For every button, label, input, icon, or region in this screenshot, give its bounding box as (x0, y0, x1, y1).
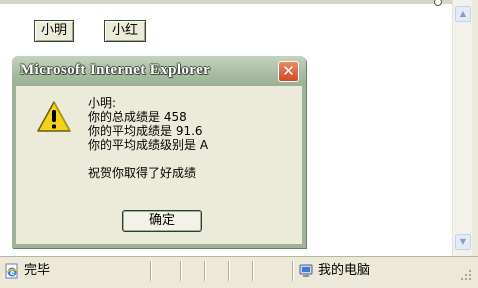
status-divider (180, 261, 182, 281)
ie-page-icon: e (5, 263, 19, 279)
svg-text:e: e (10, 269, 15, 277)
close-button[interactable]: ✕ (278, 61, 299, 82)
dialog-body: 小明: 你的总成绩是 458 你的平均成绩是 91.6 你的平均成绩级别是 A … (16, 86, 302, 244)
resize-grip-icon[interactable] (460, 269, 472, 281)
alert-dialog: Microsoft Internet Explorer ✕ 小明: 你的总成绩是… (12, 56, 306, 248)
cursor-marker (434, 0, 442, 6)
message-line: 你的总成绩是 458 (88, 110, 187, 124)
dialog-titlebar[interactable]: Microsoft Internet Explorer ✕ (12, 56, 306, 86)
zone-text: 我的电脑 (318, 263, 371, 278)
vertical-scrollbar[interactable]: ▲ ▼ (452, 0, 473, 256)
status-text: 完毕 (24, 263, 51, 278)
warning-icon (37, 101, 71, 132)
message-line-blank (88, 152, 208, 166)
xiaohong-button[interactable]: 小红 (104, 20, 146, 42)
window-right-edge (472, 0, 478, 288)
window-top-edge (0, 0, 478, 4)
scroll-up-button[interactable]: ▲ (455, 6, 471, 22)
status-bar: e 完毕 我的电脑 (0, 256, 478, 285)
status-divider (150, 261, 152, 281)
dialog-message: 小明: 你的总成绩是 458 你的平均成绩是 91.6 你的平均成绩级别是 A … (88, 96, 208, 180)
message-line: 小明: (88, 96, 117, 110)
message-line: 你的平均成绩级别是 A (88, 138, 209, 152)
ok-button[interactable]: 确定 (122, 210, 202, 232)
message-line: 祝贺你取得了好成绩 (88, 166, 197, 180)
xiaoming-button[interactable]: 小明 (34, 20, 74, 42)
status-divider (292, 261, 294, 281)
message-line: 你的平均成绩是 91.6 (88, 124, 203, 138)
scroll-down-button[interactable]: ▼ (455, 234, 471, 250)
status-divider (228, 261, 230, 281)
my-computer-icon (299, 264, 313, 277)
status-divider (204, 261, 206, 281)
window-bottom-edge (0, 284, 478, 288)
close-icon: ✕ (282, 62, 295, 80)
status-divider (252, 261, 254, 281)
dialog-title: Microsoft Internet Explorer (20, 62, 211, 78)
